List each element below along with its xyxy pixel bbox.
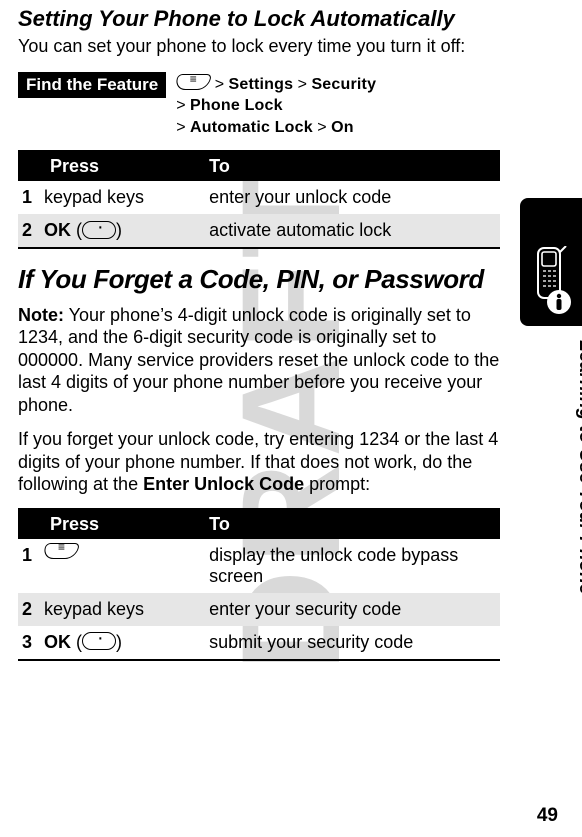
table-row: 2 OK () activate automatic lock xyxy=(18,214,500,248)
soft-key-icon xyxy=(82,632,116,650)
section-title-forgot-code: If You Forget a Code, PIN, or Password xyxy=(18,265,500,294)
col-press: Press xyxy=(18,152,201,181)
side-tab xyxy=(520,198,582,326)
steps-table-bypass: Press To 1 display the unlock code bypas… xyxy=(18,510,500,661)
table-row: 1 keypad keys enter your unlock code xyxy=(18,181,500,214)
soft-key-icon xyxy=(82,221,116,239)
col-to: To xyxy=(201,152,500,181)
steps-table-autolock: Press To 1 keypad keys enter your unlock… xyxy=(18,152,500,249)
table-row: 3 OK () submit your security code xyxy=(18,626,500,660)
page-number: 49 xyxy=(537,805,558,827)
table-row: 1 display the unlock code bypass screen xyxy=(18,539,500,593)
instruction-paragraph: If you forget your unlock code, try ente… xyxy=(18,428,500,496)
section-title-autolock: Setting Your Phone to Lock Automatically xyxy=(18,6,500,32)
section-intro-autolock: You can set your phone to lock every tim… xyxy=(18,36,500,58)
find-feature-path: > Settings > Security > Phone Lock > Aut… xyxy=(166,72,376,139)
phone-info-icon xyxy=(526,246,576,318)
table-row: 2 keypad keys enter your security code xyxy=(18,593,500,626)
side-section-label: Learning to Use Your Phone xyxy=(548,340,572,760)
col-to: To xyxy=(201,510,500,539)
find-the-feature-block: Find the Feature > Settings > Security >… xyxy=(18,72,500,139)
find-feature-label: Find the Feature xyxy=(18,72,166,98)
note-paragraph: Note: Your phone’s 4-digit unlock code i… xyxy=(18,304,500,417)
menu-key-icon xyxy=(42,543,80,559)
side-section-label-text: Learning to Use Your Phone xyxy=(574,340,582,594)
menu-key-icon xyxy=(174,74,212,90)
col-press: Press xyxy=(18,510,201,539)
